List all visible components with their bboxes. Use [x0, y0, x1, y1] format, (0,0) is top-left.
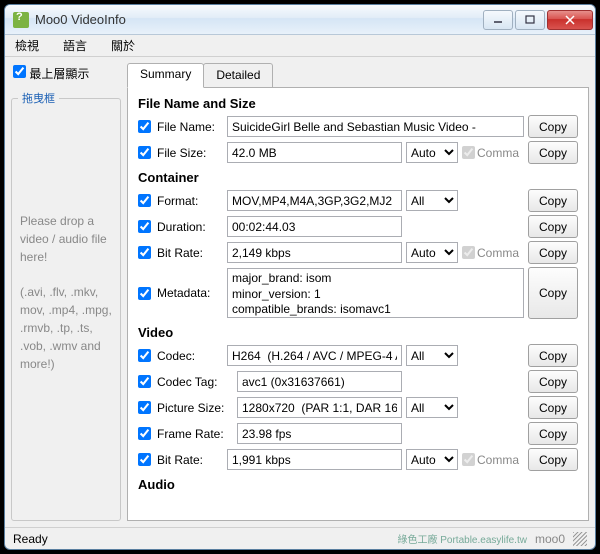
bitrate-v-select[interactable]: Auto	[406, 449, 458, 470]
format-check[interactable]	[138, 194, 151, 207]
bitrate-c-comma-label: Comma	[477, 246, 519, 260]
bitrate-v-label: Bit Rate:	[157, 453, 223, 467]
filename-field[interactable]	[227, 116, 524, 137]
bitrate-c-label: Bit Rate:	[157, 246, 223, 260]
bitrate-v-comma-label: Comma	[477, 453, 519, 467]
drop-area[interactable]: 拖曳框 Please drop a video / audio file her…	[11, 90, 121, 521]
codectag-field[interactable]	[237, 371, 402, 392]
metadata-check[interactable]	[138, 287, 151, 300]
codec-select[interactable]: All	[406, 345, 458, 366]
codectag-copy-button[interactable]: Copy	[528, 370, 578, 393]
codectag-label: Codec Tag:	[157, 375, 233, 389]
filesize-comma-check	[462, 146, 475, 159]
codec-check[interactable]	[138, 349, 151, 362]
format-copy-button[interactable]: Copy	[528, 189, 578, 212]
maximize-button[interactable]	[515, 10, 545, 30]
codec-label: Codec:	[157, 349, 223, 363]
bitrate-v-check[interactable]	[138, 453, 151, 466]
metadata-field[interactable]: major_brand: isom minor_version: 1 compa…	[227, 268, 524, 318]
tab-body: File Name and Size File Name: Copy File …	[127, 87, 589, 521]
statusbar: Ready 綠色工廠 Portable.easylife.tw moo0	[5, 527, 595, 549]
filename-check[interactable]	[138, 120, 151, 133]
status-right: moo0	[535, 532, 565, 546]
bitrate-v-field[interactable]	[227, 449, 402, 470]
filesize-copy-button[interactable]: Copy	[528, 141, 578, 164]
app-icon	[13, 12, 29, 28]
close-button[interactable]	[547, 10, 593, 30]
menu-view[interactable]: 檢視	[9, 35, 45, 56]
topmost-label: 最上層顯示	[29, 67, 89, 81]
bitrate-c-copy-button[interactable]: Copy	[528, 241, 578, 264]
section-video: Video	[138, 325, 578, 340]
framerate-label: Frame Rate:	[157, 427, 233, 441]
watermark: 綠色工廠 Portable.easylife.tw	[397, 531, 527, 546]
sidebar: 最上層顯示 拖曳框 Please drop a video / audio fi…	[11, 63, 121, 521]
topmost-toggle[interactable]: 最上層顯示	[13, 67, 89, 81]
framerate-check[interactable]	[138, 427, 151, 440]
codec-copy-button[interactable]: Copy	[528, 344, 578, 367]
window-title: Moo0 VideoInfo	[35, 12, 483, 27]
section-file: File Name and Size	[138, 96, 578, 111]
format-select[interactable]: All	[406, 190, 458, 211]
picturesize-copy-button[interactable]: Copy	[528, 396, 578, 419]
filesize-comma-label: Comma	[477, 146, 519, 160]
section-container: Container	[138, 170, 578, 185]
tab-detailed[interactable]: Detailed	[203, 63, 273, 87]
picturesize-label: Picture Size:	[157, 401, 233, 415]
tab-strip: Summary Detailed	[127, 63, 589, 87]
drop-message: Please drop a video / audio file here! (…	[12, 212, 120, 373]
metadata-label: Metadata:	[157, 286, 223, 300]
titlebar[interactable]: Moo0 VideoInfo	[5, 5, 595, 35]
picturesize-field[interactable]	[237, 397, 402, 418]
format-label: Format:	[157, 194, 223, 208]
menu-about[interactable]: 關於	[105, 35, 141, 56]
filesize-unit-select[interactable]: Auto	[406, 142, 458, 163]
app-window: Moo0 VideoInfo 檢視 語言 關於 最上層顯示 拖曳框 Please…	[4, 4, 596, 550]
filesize-check[interactable]	[138, 146, 151, 159]
main-panel: Summary Detailed File Name and Size File…	[127, 63, 589, 521]
bitrate-c-comma-check	[462, 246, 475, 259]
bitrate-c-select[interactable]: Auto	[406, 242, 458, 263]
bitrate-c-field[interactable]	[227, 242, 402, 263]
duration-label: Duration:	[157, 220, 223, 234]
bitrate-v-comma-check	[462, 453, 475, 466]
picturesize-check[interactable]	[138, 401, 151, 414]
menu-language[interactable]: 語言	[57, 35, 93, 56]
duration-field[interactable]	[227, 216, 402, 237]
filesize-field[interactable]	[227, 142, 402, 163]
duration-copy-button[interactable]: Copy	[528, 215, 578, 238]
minimize-button[interactable]	[483, 10, 513, 30]
codectag-check[interactable]	[138, 375, 151, 388]
status-left: Ready	[13, 532, 48, 546]
codec-field[interactable]	[227, 345, 402, 366]
framerate-copy-button[interactable]: Copy	[528, 422, 578, 445]
filesize-label: File Size:	[157, 146, 223, 160]
bitrate-v-copy-button[interactable]: Copy	[528, 448, 578, 471]
framerate-field[interactable]	[237, 423, 402, 444]
duration-check[interactable]	[138, 220, 151, 233]
filename-copy-button[interactable]: Copy	[528, 115, 578, 138]
topmost-checkbox[interactable]	[13, 65, 26, 78]
format-field[interactable]	[227, 190, 402, 211]
bitrate-c-check[interactable]	[138, 246, 151, 259]
menubar: 檢視 語言 關於	[5, 35, 595, 57]
metadata-copy-button[interactable]: Copy	[528, 267, 578, 319]
filename-label: File Name:	[157, 120, 223, 134]
drop-legend: 拖曳框	[18, 90, 59, 106]
size-grip-icon[interactable]	[573, 532, 587, 546]
tab-summary[interactable]: Summary	[127, 63, 204, 88]
section-audio: Audio	[138, 477, 578, 492]
picturesize-select[interactable]: All	[406, 397, 458, 418]
